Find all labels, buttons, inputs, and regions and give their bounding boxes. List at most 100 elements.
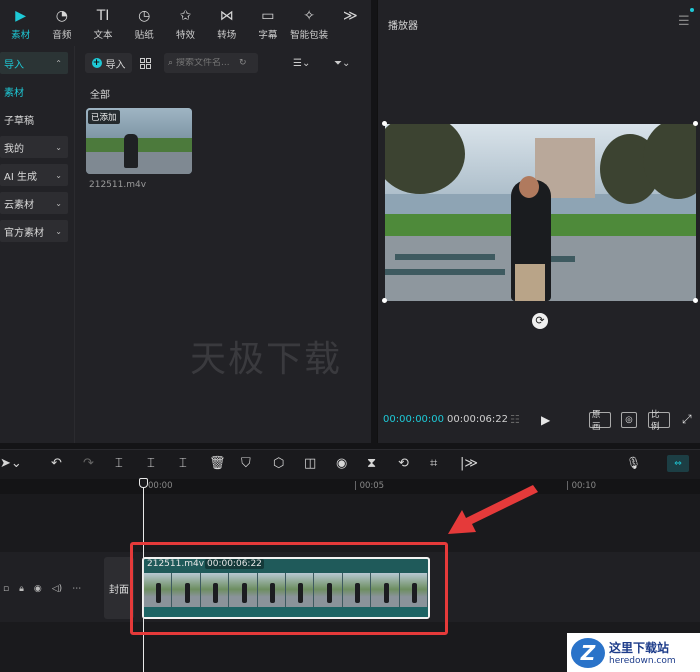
tab-sticker[interactable]: ◷ 贴纸 bbox=[124, 0, 165, 44]
sidebar-item-ai-generate[interactable]: AI 生成 ⌄ bbox=[0, 164, 68, 186]
delete-icon[interactable]: 🗑 bbox=[209, 456, 226, 472]
search-icon: ⌕ bbox=[168, 58, 174, 68]
refresh-icon[interactable]: ↻ bbox=[239, 58, 247, 68]
annotation-arrow bbox=[448, 485, 538, 534]
microphone-icon[interactable]: 🎙 bbox=[626, 456, 641, 470]
section-label: 全部 bbox=[90, 90, 110, 101]
highlight-box bbox=[130, 542, 448, 635]
sort-button[interactable]: ☰⌄ bbox=[293, 53, 323, 73]
thumb-person bbox=[124, 134, 138, 168]
logo-text: 这里下载站 heredown.com bbox=[609, 639, 676, 666]
total-time: 00:00:06:22 bbox=[447, 414, 509, 425]
sidebar-item-cloud[interactable]: 云素材 ⌄ bbox=[0, 192, 68, 214]
ruler-tick: 00:00 bbox=[148, 481, 173, 491]
sidebar-item-official[interactable]: 官方素材 ⌄ bbox=[0, 220, 68, 242]
split-left-icon[interactable]: ⌶ bbox=[147, 456, 155, 472]
fullscreen-icon[interactable]: ⤢ bbox=[682, 412, 692, 427]
link-icon: ⇔ bbox=[674, 458, 682, 469]
link-toggle[interactable]: ⇔ bbox=[667, 455, 689, 472]
original-quality-button[interactable]: 原画 bbox=[589, 410, 611, 432]
more-tabs-button[interactable]: ≫ bbox=[330, 0, 371, 44]
chevron-down-icon: ⌄ bbox=[55, 226, 62, 236]
sidebar-item-import[interactable]: 导入 ⌃ bbox=[0, 52, 68, 74]
filter-icon: ⏷⌄ bbox=[334, 57, 351, 69]
added-badge: 已添加 bbox=[88, 110, 120, 124]
audio-icon: ◔ bbox=[55, 8, 68, 24]
logo-title: 这里下载站 bbox=[609, 641, 670, 655]
grid-icon bbox=[139, 57, 151, 69]
tab-transition[interactable]: ⋈ 转场 bbox=[206, 0, 247, 44]
select-tool-icon[interactable]: ➤⌄ bbox=[0, 456, 22, 472]
snapshot-button[interactable]: ◎ bbox=[621, 412, 637, 428]
volume-icon[interactable]: ◁) bbox=[52, 584, 62, 594]
import-button[interactable]: + 导入 bbox=[85, 53, 132, 73]
logo-url: heredown.com bbox=[609, 656, 676, 666]
tab-effects[interactable]: ✩ 特效 bbox=[165, 0, 206, 44]
current-time: 00:00:00:00 bbox=[383, 414, 445, 425]
playhead-handle[interactable] bbox=[139, 478, 148, 488]
rotate-tool-icon[interactable]: ⟲ bbox=[398, 456, 409, 472]
tab-audio[interactable]: ◔ 音频 bbox=[41, 0, 82, 44]
plus-icon: + bbox=[91, 58, 102, 68]
transition-icon: ⋈ bbox=[219, 8, 234, 24]
tab-smart-pack[interactable]: ✧ 智能包装 bbox=[289, 0, 330, 44]
list-icon[interactable]: ☷ bbox=[510, 413, 520, 426]
grid-view-button[interactable] bbox=[136, 53, 154, 73]
track-header: ▫ 🔒︎ ◉ ◁) ⋯ bbox=[0, 578, 98, 600]
resize-handle[interactable] bbox=[693, 121, 698, 126]
lock-icon[interactable]: 🔒︎ bbox=[19, 584, 24, 594]
eye-icon[interactable]: ◉ bbox=[34, 584, 42, 594]
media-sidebar: 导入 ⌃ 素材 子草稿 我的 ⌄ AI 生成 ⌄ 云素材 ⌄ 官方素材 ⌄ bbox=[0, 46, 75, 443]
mark-icon[interactable]: ⛉ bbox=[241, 456, 251, 472]
player-title: 播放器 bbox=[388, 21, 418, 32]
sidebar-item-materials[interactable]: 素材 bbox=[0, 80, 68, 102]
redo-icon[interactable]: ↷ bbox=[83, 456, 94, 472]
tab-captions[interactable]: ▭ 字幕 bbox=[247, 0, 288, 44]
resize-handle[interactable] bbox=[382, 298, 387, 303]
crop-icon[interactable]: ⌗ bbox=[430, 456, 437, 472]
watermark-text: 天极下载 bbox=[190, 339, 343, 380]
resize-handle[interactable] bbox=[693, 298, 698, 303]
shield-icon[interactable]: ⬡ bbox=[273, 456, 284, 472]
play-icon[interactable]: ▶ bbox=[541, 413, 550, 427]
track-type-icon: ▫ bbox=[3, 584, 10, 594]
ruler-tick: | 00:10 bbox=[566, 481, 597, 491]
speed-icon[interactable]: ◉ bbox=[336, 456, 347, 472]
preview-bench bbox=[395, 254, 495, 260]
notification-dot bbox=[690, 8, 694, 12]
text-icon: TI bbox=[96, 8, 110, 24]
menu-icon[interactable]: ☰ bbox=[678, 14, 690, 29]
search-box: ⌕ ↻ bbox=[164, 53, 258, 73]
media-icon: ▶ bbox=[15, 8, 26, 24]
rotate-icon[interactable]: ⟳ bbox=[532, 313, 548, 329]
freeze-icon[interactable]: ◫ bbox=[304, 456, 316, 472]
chevron-down-icon: ⌄ bbox=[55, 170, 62, 180]
aspect-ratio-button[interactable]: 比例 bbox=[648, 410, 670, 432]
search-input[interactable] bbox=[176, 58, 237, 68]
chevron-up-icon: ⌃ bbox=[55, 58, 62, 68]
media-filename: 212511.m4v bbox=[89, 180, 147, 190]
sidebar-item-mine[interactable]: 我的 ⌄ bbox=[0, 136, 68, 158]
video-preview[interactable] bbox=[385, 124, 696, 301]
more-tools-icon[interactable]: |≫ bbox=[460, 456, 478, 472]
ruler-tick: | 00:05 bbox=[354, 481, 385, 491]
camera-icon: ◎ bbox=[625, 415, 633, 425]
sidebar-item-subdraft[interactable]: 子草稿 bbox=[0, 108, 68, 130]
sort-icon: ☰⌄ bbox=[293, 57, 311, 69]
logo-mark: Z bbox=[571, 637, 605, 668]
resize-handle[interactable] bbox=[382, 121, 387, 126]
site-logo: Z 这里下载站 heredown.com bbox=[567, 633, 700, 672]
split-right-icon[interactable]: ⌶ bbox=[179, 456, 187, 472]
captions-icon: ▭ bbox=[261, 8, 275, 24]
preview-person-pants bbox=[515, 264, 545, 301]
more-icon[interactable]: ⋯ bbox=[72, 584, 81, 594]
top-tab-bar: ▶ 素材 ◔ 音频 TI 文本 ◷ 贴纸 ✩ 特效 ⋈ 转场 ▭ 字幕 ✧ 智能包装 ≫ bbox=[0, 0, 371, 44]
tab-text[interactable]: TI 文本 bbox=[82, 0, 123, 44]
undo-icon[interactable]: ↶ bbox=[51, 456, 62, 472]
effects-icon: ✩ bbox=[179, 8, 192, 24]
filter-button[interactable]: ⏷⌄ bbox=[334, 53, 360, 73]
split-icon[interactable]: ⌶ bbox=[115, 456, 123, 472]
mirror-icon[interactable]: ⧗ bbox=[367, 456, 376, 472]
app-window: ▶ 素材 ◔ 音频 TI 文本 ◷ 贴纸 ✩ 特效 ⋈ 转场 ▭ 字幕 ✧ 智能包装 ≫ 导入 ⌃… bbox=[0, 0, 700, 672]
tab-media[interactable]: ▶ 素材 bbox=[0, 0, 41, 44]
